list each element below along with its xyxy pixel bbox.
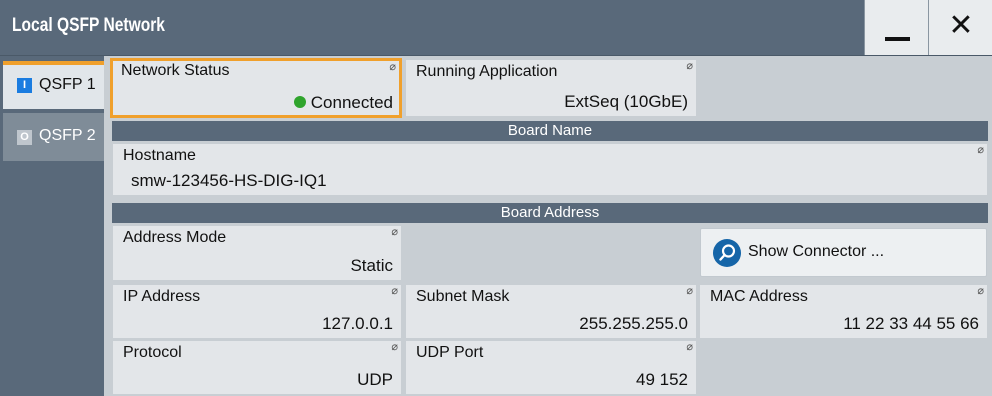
section-header-board-address: Board Address (112, 203, 988, 223)
edit-indicator-icon: ⌀ (686, 341, 693, 353)
hostname-field[interactable]: Hostname ⌀ smw-123456-HS-DIG-IQ1 (112, 143, 988, 196)
running-application-value: ExtSeq (10GbE) (564, 92, 688, 111)
field-label: MAC Address (710, 288, 808, 305)
ip-address-field[interactable]: IP Address ⌀ 127.0.0.1 (112, 284, 402, 339)
ip-address-value: 127.0.0.1 (322, 314, 393, 333)
udp-port-field[interactable]: UDP Port ⌀ 49 152 (405, 340, 697, 395)
close-icon: ✕ (948, 8, 974, 43)
hostname-value: smw-123456-HS-DIG-IQ1 (131, 171, 327, 190)
edit-indicator-icon: ⌀ (391, 341, 398, 353)
edit-indicator-icon: ⌀ (977, 144, 984, 156)
inactive-indicator-icon: O (17, 130, 32, 145)
network-status-field[interactable]: Network Status ⌀ Connected (110, 58, 402, 118)
field-label: UDP Port (416, 344, 484, 361)
status-led-icon (293, 96, 306, 108)
close-button[interactable]: ✕ (928, 0, 992, 55)
tab-qsfp-1[interactable]: I QSFP 1 (3, 61, 104, 109)
running-application-field[interactable]: Running Application ⌀ ExtSeq (10GbE) (405, 59, 697, 117)
status-text: Connected (310, 93, 393, 112)
address-mode-field[interactable]: Address Mode ⌀ Static (112, 225, 402, 281)
show-connector-label: Show Connector ... (748, 243, 885, 260)
network-status-value: Connected (293, 93, 393, 113)
active-indicator-icon: I (17, 78, 32, 93)
search-icon (713, 239, 741, 267)
window-title: Local QSFP Network (12, 15, 165, 36)
field-label: IP Address (123, 288, 201, 305)
tab-label: QSFP 2 (39, 127, 96, 144)
edit-indicator-icon: ⌀ (977, 285, 984, 297)
field-label: Running Application (416, 63, 558, 80)
field-label: Address Mode (123, 229, 227, 246)
edit-indicator-icon: ⌀ (389, 61, 396, 73)
section-header-board-name: Board Name (112, 121, 988, 141)
subnet-mask-field[interactable]: Subnet Mask ⌀ 255.255.255.0 (405, 284, 697, 339)
field-label: Network Status (121, 62, 230, 79)
edit-indicator-icon: ⌀ (686, 285, 693, 297)
field-label: Protocol (123, 344, 182, 361)
show-connector-button[interactable]: Show Connector ... (700, 228, 987, 277)
title-bar: Local QSFP Network ✕ (0, 0, 992, 56)
edit-indicator-icon: ⌀ (391, 285, 398, 297)
protocol-value: UDP (357, 370, 393, 389)
edit-indicator-icon: ⌀ (391, 226, 398, 238)
udp-port-value: 49 152 (636, 370, 688, 389)
protocol-field[interactable]: Protocol ⌀ UDP (112, 340, 402, 395)
minimize-icon (885, 37, 910, 41)
field-label: Subnet Mask (416, 288, 510, 305)
tab-label: QSFP 1 (39, 76, 96, 93)
field-label: Hostname (123, 147, 196, 164)
edit-indicator-icon: ⌀ (686, 60, 693, 72)
sidebar: I QSFP 1 O QSFP 2 (0, 56, 104, 396)
minimize-button[interactable] (864, 0, 928, 55)
mac-address-field[interactable]: MAC Address ⌀ 11 22 33 44 55 66 (699, 284, 988, 339)
address-mode-value: Static (350, 256, 393, 275)
tab-qsfp-2[interactable]: O QSFP 2 (3, 113, 104, 161)
subnet-mask-value: 255.255.255.0 (579, 314, 688, 333)
mac-address-value: 11 22 33 44 55 66 (843, 314, 979, 333)
